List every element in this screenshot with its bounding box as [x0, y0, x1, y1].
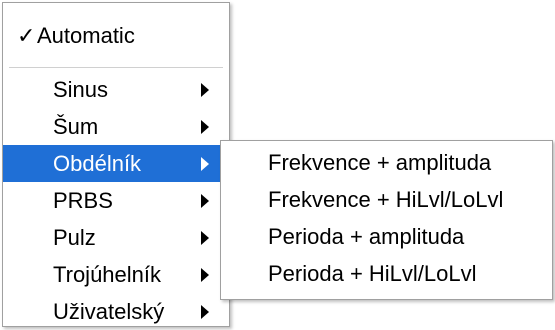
menu-item-sum[interactable]: Šum: [3, 108, 229, 145]
submenu-arrow-icon: [201, 267, 209, 282]
menu-item-label: PRBS: [53, 187, 113, 213]
menu-item-obdelnik[interactable]: Obdélník: [3, 145, 229, 182]
signal-type-menu: ✓ Automatic Sinus Šum Obdélník PRBS Pulz…: [2, 2, 230, 327]
submenu-item-frekvence-hilvl-lolvl[interactable]: Frekvence + HiLvl/LoLvl: [221, 181, 552, 218]
submenu-item-label: Perioda + amplituda: [268, 223, 465, 249]
submenu-item-label: Perioda + HiLvl/LoLvl: [268, 260, 477, 286]
menu-item-sinus[interactable]: Sinus: [3, 71, 229, 108]
menu-item-pulz[interactable]: Pulz: [3, 219, 229, 256]
menu-item-label: Uživatelský: [53, 298, 165, 324]
checkmark-icon: ✓: [17, 22, 36, 48]
menu-item-uzivatelsky[interactable]: Uživatelský: [3, 293, 229, 330]
submenu-arrow-icon: [201, 193, 209, 208]
menu-item-label: Obdélník: [53, 150, 142, 176]
menu-separator: [9, 67, 223, 68]
menu-item-automatic[interactable]: ✓ Automatic: [3, 17, 229, 54]
menu-item-label: Šum: [53, 113, 99, 139]
menu-item-label: Pulz: [53, 224, 96, 250]
submenu-item-frekvence-amplituda[interactable]: Frekvence + amplituda: [221, 144, 552, 181]
submenu-arrow-icon: [201, 230, 209, 245]
submenu-arrow-icon: [201, 119, 209, 134]
submenu-item-perioda-hilvl-lolvl[interactable]: Perioda + HiLvl/LoLvl: [221, 255, 552, 292]
submenu-arrow-icon: [201, 82, 209, 97]
submenu-item-label: Frekvence + HiLvl/LoLvl: [268, 186, 504, 212]
menu-item-label: Trojúhelník: [53, 261, 162, 287]
menu-item-label: Automatic: [37, 22, 135, 48]
submenu-arrow-icon: [201, 156, 209, 171]
menu-item-trojuhelnik[interactable]: Trojúhelník: [3, 256, 229, 293]
menu-item-prbs[interactable]: PRBS: [3, 182, 229, 219]
submenu-item-label: Frekvence + amplituda: [268, 149, 492, 175]
rectangle-submenu: Frekvence + amplituda Frekvence + HiLvl/…: [220, 140, 553, 300]
submenu-item-perioda-amplituda[interactable]: Perioda + amplituda: [221, 218, 552, 255]
submenu-arrow-icon: [201, 304, 209, 319]
menu-item-label: Sinus: [53, 76, 109, 102]
